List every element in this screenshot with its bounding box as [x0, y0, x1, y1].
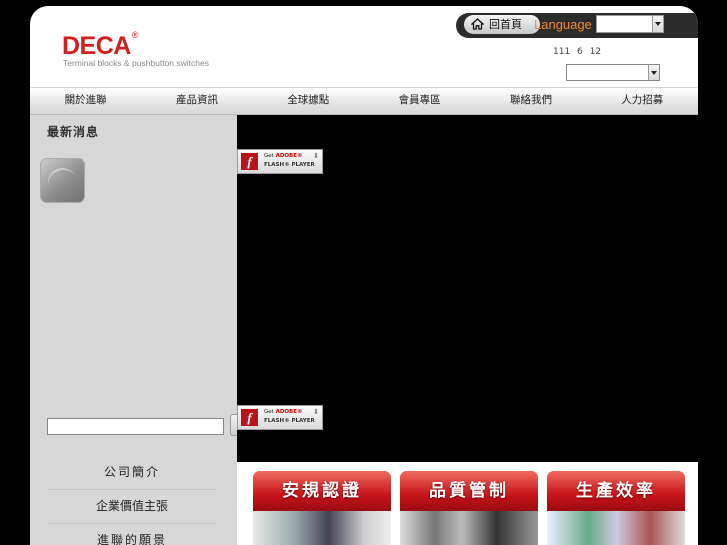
site-select[interactable]: [566, 64, 660, 81]
nav-item-careers[interactable]: 人力招募: [587, 88, 698, 114]
current-date: 111 6 12: [553, 47, 602, 57]
news-thumbnail[interactable]: [40, 158, 85, 203]
tagline: Terminal blocks & pushbutton switches: [63, 58, 209, 68]
sidebar-item-company-profile[interactable]: 公司簡介: [47, 456, 217, 490]
nav-item-members[interactable]: 會員專區: [364, 88, 475, 114]
flash-badge-player: FLASH® PLAYER: [264, 162, 315, 168]
top-utility-bar: 回首頁 Language: [456, 13, 698, 38]
registered-mark: ®: [131, 30, 139, 40]
language-select[interactable]: [596, 15, 664, 33]
search-input[interactable]: [47, 418, 224, 435]
banner-production-efficiency[interactable]: 生產效率: [547, 471, 685, 545]
chevron-down-icon: [652, 16, 663, 32]
banner-title: 安規認證: [253, 471, 391, 511]
feature-banners: 安規認證 品質管制 生產效率: [237, 462, 698, 545]
flash-badge-player: FLASH® PLAYER: [264, 418, 315, 424]
nav-item-locations[interactable]: 全球據點: [253, 88, 364, 114]
sidebar-menu: 公司簡介 企業價值主張 進聯的願景: [47, 456, 217, 545]
get-flash-badge[interactable]: f Get ADOBE® FLASH® PLAYER ⬇: [237, 405, 323, 430]
logo-text: DECA: [62, 32, 131, 60]
banner-title: 生產效率: [547, 471, 685, 511]
news-title: 最新消息: [47, 125, 100, 139]
download-icon: ⬇: [313, 152, 319, 160]
flash-player-icon: f: [241, 409, 258, 426]
nav-item-contact[interactable]: 聯絡我們: [475, 88, 586, 114]
sidebar: 最新消息 公司簡介 企業價值主張 進聯的願景: [30, 115, 246, 545]
flash-content-area: f Get ADOBE® FLASH® PLAYER ⬇ f Get ADOBE…: [237, 115, 698, 462]
page-container: DECA® Terminal blocks & pushbutton switc…: [30, 6, 698, 545]
language-label: Language: [534, 17, 592, 32]
banner-photo: [253, 511, 391, 545]
sidebar-item-value-proposition[interactable]: 企業價值主張: [47, 490, 217, 524]
banner-quality-control[interactable]: 品質管制: [400, 471, 538, 545]
banner-photo: [400, 511, 538, 545]
chevron-down-icon: [648, 65, 659, 80]
flash-player-icon: f: [241, 153, 258, 170]
main-nav: 關於進聯 產品資訊 全球據點 會員專區 聯絡我們 人力招募: [30, 87, 698, 115]
get-flash-badge[interactable]: f Get ADOBE® FLASH® PLAYER ⬇: [237, 149, 323, 174]
sidebar-item-vision[interactable]: 進聯的願景: [47, 524, 217, 545]
deca-logo[interactable]: DECA®: [62, 30, 139, 61]
download-icon: ⬇: [313, 408, 319, 416]
banner-title: 品質管制: [400, 471, 538, 511]
banner-photo: [547, 511, 685, 545]
home-label: 回首頁: [489, 18, 522, 31]
home-icon: [471, 18, 484, 30]
nav-item-products[interactable]: 產品資訊: [141, 88, 252, 114]
flash-badge-text: Get ADOBE®: [264, 409, 303, 415]
nav-item-about[interactable]: 關於進聯: [30, 88, 141, 114]
banner-safety-certification[interactable]: 安規認證: [253, 471, 391, 545]
flash-badge-text: Get ADOBE®: [264, 153, 303, 159]
home-button[interactable]: 回首頁: [464, 15, 540, 34]
